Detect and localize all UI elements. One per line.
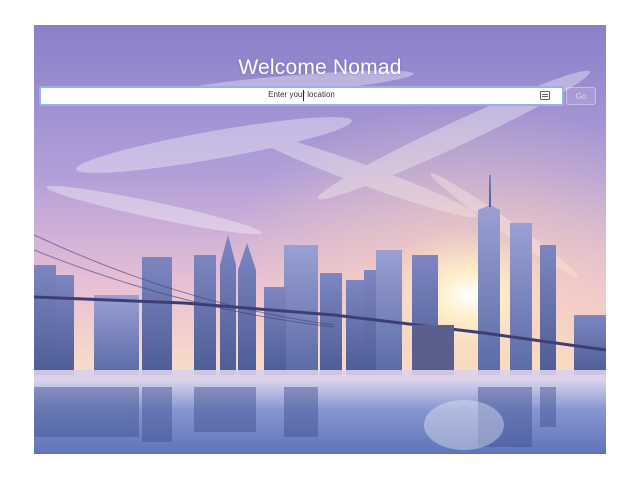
search-bar: Enter your location Go	[39, 86, 601, 106]
location-search-input[interactable]: Enter your location	[39, 86, 564, 106]
text-cursor	[303, 90, 304, 101]
address-card-icon[interactable]	[540, 91, 550, 100]
search-placeholder: Enter your location	[268, 90, 335, 99]
page-title: Welcome Nomad	[238, 56, 402, 79]
go-button[interactable]: Go	[566, 87, 596, 105]
